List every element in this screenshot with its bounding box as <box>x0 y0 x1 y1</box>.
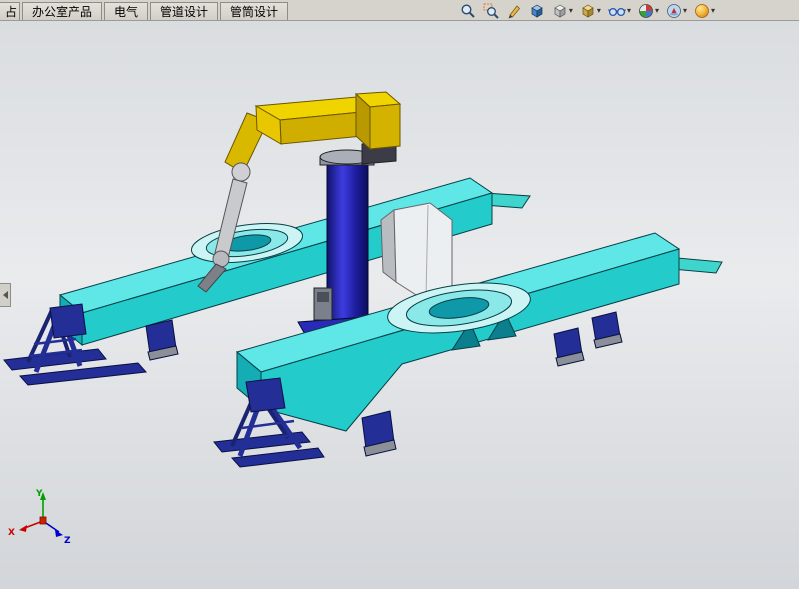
tab-label: 电气 <box>114 3 138 20</box>
sketch-pen-icon[interactable] <box>506 2 522 20</box>
hide-show-items-icon[interactable]: ▾ <box>608 2 631 20</box>
command-manager-tab-bar: 占 办公室产品 电气 管道设计 管筒设计 <box>0 0 799 21</box>
heads-up-view-toolbar: ▾ ▾ ▾ ▾ ▾ ▾ <box>460 1 715 20</box>
cad-application-window: 占 办公室产品 电气 管道设计 管筒设计 <box>0 0 799 589</box>
section-view-icon[interactable] <box>529 2 545 20</box>
tab-label: 管筒设计 <box>230 3 278 20</box>
tab-cut-off[interactable]: 占 <box>0 2 20 20</box>
zoom-to-area-icon[interactable] <box>483 2 499 20</box>
model-scene: Y X Z <box>0 21 799 589</box>
tab-label: 管道设计 <box>160 3 208 20</box>
panel-flyout-tab[interactable] <box>0 283 11 307</box>
apply-scene-icon[interactable]: ▾ <box>666 2 687 20</box>
graphics-viewport[interactable]: Y X Z <box>0 21 799 589</box>
view-settings-icon[interactable]: ▾ <box>694 2 715 20</box>
tab-piping-design[interactable]: 管道设计 <box>150 2 218 20</box>
display-style-icon[interactable]: ▾ <box>580 2 601 20</box>
edit-appearance-icon[interactable]: ▾ <box>638 2 659 20</box>
tab-electrical[interactable]: 电气 <box>104 2 148 20</box>
tab-label: 占 <box>5 3 17 20</box>
zoom-to-fit-icon[interactable] <box>460 2 476 20</box>
dropdown-caret-icon[interactable]: ▾ <box>683 2 687 20</box>
dropdown-caret-icon[interactable]: ▾ <box>711 2 715 20</box>
dropdown-caret-icon[interactable]: ▾ <box>655 2 659 20</box>
z-axis-label: Z <box>64 536 71 546</box>
tab-tubing-design[interactable]: 管筒设计 <box>220 2 288 20</box>
view-orientation-icon[interactable]: ▾ <box>552 2 573 20</box>
dropdown-caret-icon[interactable]: ▾ <box>627 2 631 20</box>
y-axis-label: Y <box>35 489 43 499</box>
x-axis-label: X <box>8 528 15 538</box>
dropdown-caret-icon[interactable]: ▾ <box>597 2 601 20</box>
tab-label: 办公室产品 <box>32 3 92 20</box>
left-arrow-icon <box>3 291 8 299</box>
dropdown-caret-icon[interactable]: ▾ <box>569 2 573 20</box>
origin-marker <box>40 517 46 524</box>
tab-office-products[interactable]: 办公室产品 <box>22 2 102 20</box>
